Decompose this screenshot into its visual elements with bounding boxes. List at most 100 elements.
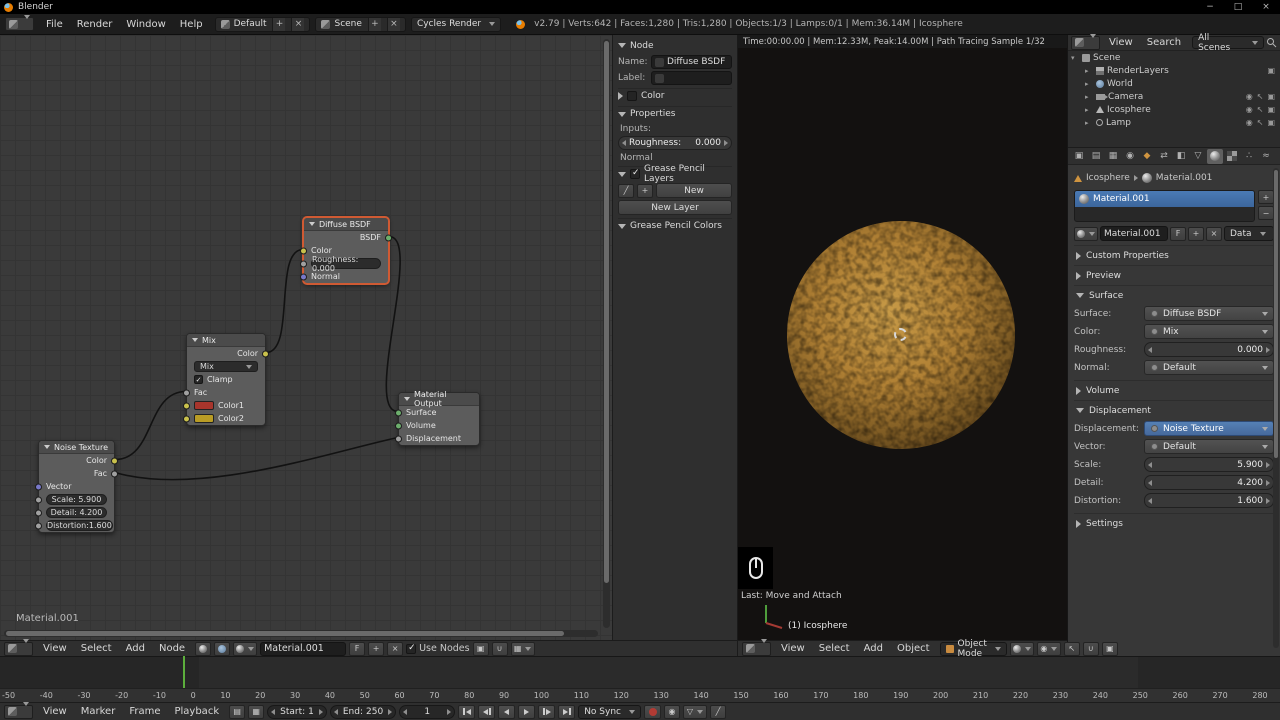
vector-input-dropdown[interactable]: Default xyxy=(1144,439,1274,454)
render-toggle-icon[interactable]: ▣ xyxy=(1267,66,1275,75)
browse-material-button[interactable] xyxy=(233,641,258,656)
scale-slider[interactable]: 5.900 xyxy=(1144,457,1274,472)
menu-item[interactable]: Select xyxy=(74,643,119,654)
node-editor-horizontal-scrollbar[interactable] xyxy=(4,630,598,637)
menu-item[interactable]: File xyxy=(39,19,70,30)
expand-icon[interactable]: ▸ xyxy=(1085,106,1093,114)
pivot-point-dropdown[interactable]: ◉ xyxy=(1036,641,1061,656)
menu-item[interactable]: View xyxy=(36,706,74,717)
modifiers-tab[interactable]: ◧ xyxy=(1173,149,1189,164)
cursor-3d-icon[interactable] xyxy=(894,328,907,341)
panel-header[interactable]: Custom Properties xyxy=(1074,248,1274,263)
node-material-output[interactable]: Material Output Surface Volume Displacem… xyxy=(395,390,480,446)
menu-item[interactable]: Playback xyxy=(167,706,226,717)
outliner-row-scene[interactable]: ▾ Scene xyxy=(1068,51,1280,64)
breadcrumb-material[interactable]: Material.001 xyxy=(1156,173,1213,183)
delete-layout-button[interactable] xyxy=(291,17,305,31)
scrollbar-thumb[interactable] xyxy=(6,631,565,636)
selectability-icon[interactable]: ↖ xyxy=(1257,92,1264,101)
panel-header[interactable]: Displacement xyxy=(1074,403,1274,418)
visibility-icon[interactable]: ◉ xyxy=(1246,118,1253,127)
snap-mode-dropdown[interactable]: ▦ xyxy=(510,641,535,656)
normal-input-dropdown[interactable]: Default xyxy=(1144,360,1274,375)
fake-user-button[interactable]: F xyxy=(349,641,366,656)
search-icon[interactable] xyxy=(1266,37,1277,48)
distortion-slider[interactable]: 1.600 xyxy=(1144,493,1274,508)
node-label-field[interactable] xyxy=(651,71,732,85)
socket-bsdf-out[interactable] xyxy=(385,234,392,241)
panel-header[interactable]: Preview xyxy=(1074,268,1274,283)
roughness-slider[interactable]: Roughness: 0.000 xyxy=(311,255,381,273)
node-name-field[interactable]: Diffuse BSDF xyxy=(651,55,732,69)
collapse-icon[interactable] xyxy=(309,222,315,226)
timeline-track[interactable] xyxy=(0,656,1280,689)
panel-expand-icon[interactable] xyxy=(1076,386,1081,395)
delete-scene-button[interactable] xyxy=(386,17,400,31)
editor-type-selector[interactable] xyxy=(742,641,771,656)
editor-type-selector[interactable] xyxy=(4,704,33,719)
data-tab[interactable]: ▽ xyxy=(1190,149,1206,164)
render-engine-selector[interactable]: Cycles Render xyxy=(410,16,502,32)
material-slot-list[interactable]: Material.001 xyxy=(1074,190,1255,222)
socket-fac-out[interactable] xyxy=(111,470,118,477)
start-frame-field[interactable]: Start: 1 xyxy=(267,704,327,719)
displacement-input-dropdown[interactable]: Noise Texture xyxy=(1144,421,1274,436)
frame-lock-icon[interactable]: ▦ xyxy=(248,704,265,719)
menu-item[interactable]: Search xyxy=(1140,37,1188,48)
mode-dropdown[interactable]: Object Mode xyxy=(939,639,1007,659)
node-header[interactable]: Material Output xyxy=(399,390,479,408)
manipulator-translate-icon[interactable]: ↖ xyxy=(1063,641,1080,656)
renderability-icon[interactable]: ▣ xyxy=(1267,118,1275,127)
socket-distortion-in[interactable] xyxy=(35,522,42,529)
editor-type-selector[interactable] xyxy=(5,17,34,31)
color-checkbox[interactable] xyxy=(627,91,637,101)
end-frame-field[interactable]: End: 250 xyxy=(329,704,397,719)
unlink-material-button[interactable]: × xyxy=(1206,226,1222,241)
panel-properties[interactable]: Properties xyxy=(618,106,732,121)
new-material-button[interactable]: + xyxy=(1188,226,1204,241)
menu-item[interactable]: Window xyxy=(119,19,172,30)
panel-expand-icon[interactable] xyxy=(1076,408,1084,413)
socket-color-out[interactable] xyxy=(111,457,118,464)
panel-header[interactable]: Settings xyxy=(1074,516,1274,531)
expand-icon[interactable]: ▸ xyxy=(1085,67,1093,75)
close-button[interactable]: × xyxy=(1252,0,1280,14)
panel-expand-icon[interactable] xyxy=(1076,271,1081,280)
surface-shader-dropdown[interactable]: Diffuse BSDF xyxy=(1144,306,1274,321)
link-mode-dropdown[interactable]: Data xyxy=(1224,226,1274,241)
panel-expand-icon[interactable] xyxy=(618,43,626,48)
particles-tab[interactable]: ∴ xyxy=(1241,149,1257,164)
panel-header[interactable]: Volume xyxy=(1074,383,1274,398)
socket-displacement-in[interactable] xyxy=(395,435,402,442)
pin-icon[interactable]: ▣ xyxy=(472,641,489,656)
socket-surface-in[interactable] xyxy=(395,409,402,416)
panel-grease-pencil-colors[interactable]: Grease Pencil Colors xyxy=(618,218,732,233)
timeline-ruler[interactable]: -50 -40 -30 -20 -10 0 10 20 30 40 50 60 70 80 90 100 110… xyxy=(0,688,1280,702)
material-name-field[interactable]: Material.001 xyxy=(1100,226,1168,241)
menu-item[interactable]: Frame xyxy=(122,706,167,717)
menu-item[interactable]: View xyxy=(36,643,74,654)
node-noise-texture[interactable]: Noise Texture Color Fac Vector Scale: 5.… xyxy=(35,440,118,533)
shader-type-world-icon[interactable] xyxy=(214,641,231,656)
material-slot-selected[interactable]: Material.001 xyxy=(1075,191,1254,207)
visibility-icon[interactable]: ◉ xyxy=(1246,92,1253,101)
node-diffuse-bsdf[interactable]: Diffuse BSDF BSDF Color Roughness: 0.000… xyxy=(300,217,392,284)
menu-item[interactable]: View xyxy=(1102,37,1140,48)
viewport-3d[interactable]: Time:00:00.00 | Mem:12.33M, Peak:14.00M … xyxy=(737,35,1067,640)
remove-slot-button[interactable]: − xyxy=(1258,206,1274,220)
expand-icon[interactable]: ▸ xyxy=(1085,80,1093,88)
panel-expand-icon[interactable] xyxy=(1076,251,1081,260)
selectability-icon[interactable]: ↖ xyxy=(1257,118,1264,127)
roughness-slider[interactable]: Roughness: 0.000 xyxy=(618,136,732,150)
gp-new-button[interactable]: New xyxy=(656,183,732,198)
jump-to-end-button[interactable] xyxy=(558,704,576,719)
expand-icon[interactable]: ▸ xyxy=(1085,93,1093,101)
render-layers-tab[interactable]: ▤ xyxy=(1088,149,1104,164)
menu-item[interactable]: Marker xyxy=(74,706,123,717)
node-header[interactable]: Diffuse BSDF xyxy=(304,218,388,231)
panel-expand-icon[interactable] xyxy=(618,92,623,100)
scale-slider[interactable]: Scale: 5.900 xyxy=(46,494,107,505)
record-button[interactable] xyxy=(644,704,661,719)
use-nodes-checkbox[interactable] xyxy=(406,643,417,654)
display-filter-dropdown[interactable]: All Scenes xyxy=(1192,33,1265,53)
